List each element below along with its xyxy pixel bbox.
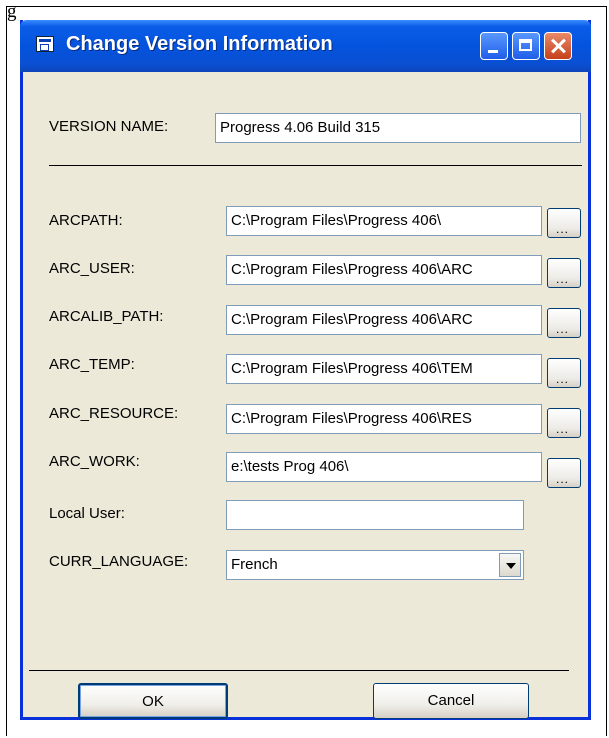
document-marker: g bbox=[7, 1, 17, 22]
arc-temp-browse-button[interactable]: ... bbox=[547, 358, 581, 388]
local-user-label: Local User: bbox=[49, 505, 125, 522]
window-icon bbox=[36, 36, 54, 52]
ok-button[interactable]: OK bbox=[78, 683, 228, 719]
arc-temp-label: ARC_TEMP: bbox=[49, 356, 135, 373]
browse-ellipsis: ... bbox=[556, 272, 570, 286]
arc-work-field[interactable]: e:\tests Prog 406\ bbox=[226, 452, 542, 482]
arcpath-field[interactable]: C:\Program Files\Progress 406\ bbox=[226, 206, 542, 236]
arcalib-path-browse-button[interactable]: ... bbox=[547, 308, 581, 338]
arc-resource-browse-button[interactable]: ... bbox=[547, 408, 581, 438]
browse-ellipsis: ... bbox=[556, 322, 570, 336]
arc-resource-label: ARC_RESOURCE: bbox=[49, 405, 179, 422]
minimize-button[interactable] bbox=[480, 32, 508, 60]
top-separator bbox=[49, 165, 582, 166]
cancel-button[interactable]: Cancel bbox=[373, 683, 529, 719]
version-name-label: VERSION NAME: bbox=[49, 118, 169, 135]
browse-ellipsis: ... bbox=[556, 222, 570, 236]
curr-language-select[interactable]: French bbox=[226, 550, 524, 580]
window-title: Change Version Information bbox=[66, 33, 333, 55]
arcalib-path-field[interactable]: C:\Program Files\Progress 406\ARC bbox=[226, 305, 542, 335]
arcpath-browse-button[interactable]: ... bbox=[547, 208, 581, 238]
arc-user-browse-button[interactable]: ... bbox=[547, 258, 581, 288]
arc-temp-field[interactable]: C:\Program Files\Progress 406\TEM bbox=[226, 354, 542, 384]
browse-ellipsis: ... bbox=[556, 472, 570, 486]
close-button[interactable] bbox=[544, 32, 572, 60]
arc-user-field[interactable]: C:\Program Files\Progress 406\ARC bbox=[226, 255, 542, 285]
curr-language-label: CURR_LANGUAGE: bbox=[49, 553, 189, 570]
browse-ellipsis: ... bbox=[556, 372, 570, 386]
bottom-separator bbox=[29, 670, 569, 671]
dialog-window: Change Version Information VERSION NAME:… bbox=[20, 20, 591, 720]
maximize-button[interactable] bbox=[512, 32, 540, 60]
arcpath-label: ARCPATH: bbox=[49, 212, 123, 229]
browse-ellipsis: ... bbox=[556, 422, 570, 436]
chevron-down-icon[interactable] bbox=[499, 553, 521, 577]
arc-resource-field[interactable]: C:\Program Files\Progress 406\RES bbox=[226, 404, 542, 434]
arcalib-path-label: ARCALIB_PATH: bbox=[49, 308, 164, 325]
local-user-field[interactable] bbox=[226, 500, 524, 530]
version-name-field[interactable]: Progress 4.06 Build 315 bbox=[215, 113, 581, 143]
arc-work-browse-button[interactable]: ... bbox=[547, 458, 581, 488]
arc-user-label: ARC_USER: bbox=[49, 260, 135, 277]
title-bar[interactable]: Change Version Information bbox=[20, 20, 591, 72]
curr-language-value: French bbox=[231, 556, 278, 573]
arc-work-label: ARC_WORK: bbox=[49, 453, 140, 470]
